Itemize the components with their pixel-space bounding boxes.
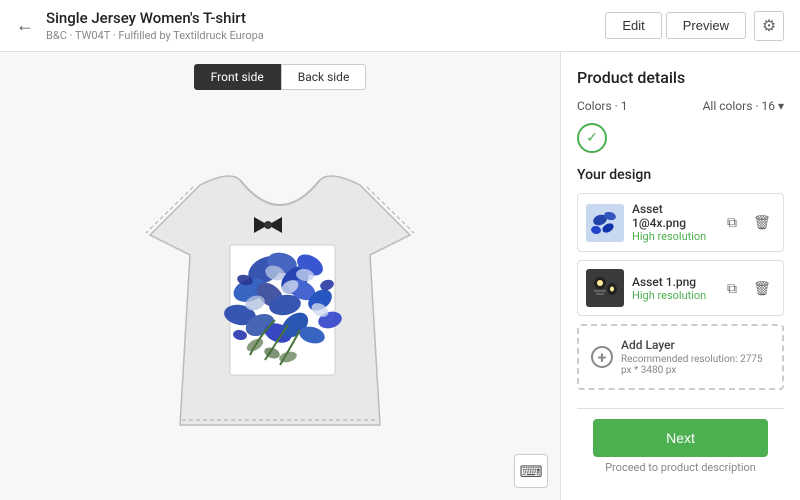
colors-row: Colors · 1 All colors · 16 ▾ [577, 99, 784, 113]
design-resolution-1: High resolution [632, 230, 719, 243]
main-layout: Front side Back side [0, 52, 800, 500]
page-subtitle: B&C · TW04T · Fulfilled by Textildruck E… [46, 29, 605, 42]
design-item: Asset 1@4x.png High resolution ⧉ 🗑 [577, 193, 784, 252]
page-title: Single Jersey Women's T-shirt [46, 9, 605, 27]
copy-button-1[interactable]: ⧉ [719, 210, 745, 236]
back-button[interactable]: ← [16, 15, 34, 36]
right-panel: Product details Colors · 1 All colors · … [560, 52, 800, 500]
add-layer-sub: Recommended resolution: 2775 px * 3480 p… [621, 354, 770, 376]
keyboard-button[interactable]: ⌨ [514, 454, 548, 488]
settings-button[interactable]: ⚙ [754, 11, 784, 41]
design-name-2: Asset 1.png [632, 275, 719, 289]
design-info-1: Asset 1@4x.png High resolution [632, 202, 719, 243]
design-info-2: Asset 1.png High resolution [632, 275, 719, 302]
your-design-title: Your design [577, 167, 784, 183]
delete-button-2[interactable]: 🗑 [749, 275, 775, 301]
tshirt-area [12, 102, 548, 488]
header-actions: Edit Preview ⚙ [605, 11, 784, 41]
colors-label: Colors · 1 [577, 99, 628, 113]
left-panel: Front side Back side [0, 52, 560, 500]
chevron-down-icon: ▾ [778, 99, 784, 113]
tab-back-side[interactable]: Back side [281, 64, 367, 90]
tab-front-side[interactable]: Front side [194, 64, 281, 90]
design-name-1: Asset 1@4x.png [632, 202, 719, 230]
all-colors-button[interactable]: All colors · 16 ▾ [703, 99, 784, 113]
check-icon: ✓ [586, 130, 598, 146]
add-layer-button[interactable]: + Add Layer Recommended resolution: 2775… [577, 324, 784, 390]
color-check: ✓ [577, 123, 607, 153]
all-colors-label: All colors · 16 [703, 99, 775, 113]
preview-button[interactable]: Preview [666, 12, 746, 39]
design-thumb-2 [586, 269, 624, 307]
copy-button-2[interactable]: ⧉ [719, 275, 745, 301]
design-resolution-2: High resolution [632, 289, 719, 302]
header: ← Single Jersey Women's T-shirt B&C · TW… [0, 0, 800, 52]
design-thumb-1 [586, 204, 624, 242]
next-button[interactable]: Next [593, 419, 768, 457]
tshirt-svg [120, 125, 440, 465]
add-icon: + [591, 346, 613, 368]
delete-button-1[interactable]: 🗑 [749, 210, 775, 236]
add-layer-label: Add Layer [621, 338, 770, 352]
design-actions-2: ⧉ 🗑 [719, 275, 775, 301]
header-title-block: Single Jersey Women's T-shirt B&C · TW04… [46, 9, 605, 42]
edit-button[interactable]: Edit [605, 12, 661, 39]
bottom-bar: Next Proceed to product description [577, 408, 784, 484]
add-layer-info: Add Layer Recommended resolution: 2775 p… [621, 338, 770, 376]
design-actions-1: ⧉ 🗑 [719, 210, 775, 236]
product-details-title: Product details [577, 68, 784, 87]
bottom-hint: Proceed to product description [593, 461, 768, 474]
design-item-2: Asset 1.png High resolution ⧉ 🗑 [577, 260, 784, 316]
side-tabs: Front side Back side [194, 64, 367, 90]
